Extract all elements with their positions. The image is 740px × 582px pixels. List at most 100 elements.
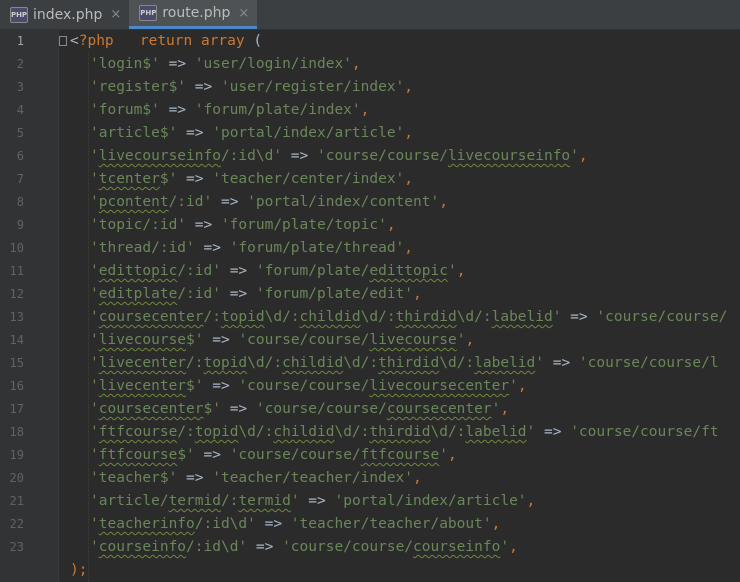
string-token: 'course/course/ft [570,424,719,440]
code-text: 'thread/:id' => 'forum/plate/thread', [90,237,413,260]
operator-token [114,33,140,49]
keyword-token: , [413,470,422,486]
string-token: 'article$' [90,125,178,141]
line-number: 13 [9,310,24,324]
code-text: 'article/termid/:termid' => 'portal/inde… [90,490,535,513]
tab-label: index.php [33,6,103,23]
keyword-token: , [404,240,414,256]
operator-token: => [203,332,239,348]
code-line: 5 'article$' => 'portal/index/article', [0,122,740,145]
line-number: 15 [9,356,24,370]
operator-token: => [544,355,579,371]
line-number: 20 [9,471,24,485]
close-icon[interactable]: × [110,7,121,22]
string-token: \d/: [343,355,379,371]
string-token: 'teacher/teacher/about' [290,516,492,532]
keyword-token: , [578,148,588,164]
string-token: 'forum/plate/edit' [255,286,414,302]
keyword-token: , [404,171,414,187]
string-token: childid [299,309,361,325]
line-number: 16 [9,379,24,393]
operator-token: => [177,125,213,141]
close-icon[interactable]: × [238,6,249,21]
string-token: livecourseinfo [98,148,221,164]
code-text: 'livecourse$' => 'course/course/livecour… [90,329,474,352]
string-token: livecourse [369,332,457,348]
string-token: 'portal/index/article' [212,125,405,141]
string-token: /:id\d' [220,148,283,164]
line-number: 3 [16,80,24,94]
code-line: 18'ftfcourse/:topid\d/:childid\d/:thirdi… [0,421,740,444]
string-token: childid [282,355,344,371]
code-line: 7 'tcenter$' => 'teacher/center/index', [0,168,740,191]
code-text: 'article$' => 'portal/index/article', [90,122,413,145]
string-token: thirdid [369,424,431,440]
string-token: \d/: [360,309,396,325]
string-token: ' [509,378,518,394]
keyword-token: ); [70,562,88,578]
string-token: pcontent [98,194,169,210]
code-text: 'coursecenter/:topid\d/:childid\d/:third… [90,306,727,329]
code-text: 'forum$' => 'forum/plate/index', [90,99,369,122]
line-number: 10 [9,241,24,255]
line-number: 7 [16,172,24,186]
string-token: 'portal/index/content' [247,194,440,210]
string-token: $' [186,332,204,348]
string-token: 'course/course/l [578,355,719,371]
string-token: 'course/course/ [229,447,361,463]
operator-token: < [70,33,79,49]
line-number: 19 [9,448,24,462]
operator-token: => [159,56,195,72]
string-token: ' [90,447,99,463]
code-line: 14'livecourse$' => 'course/course/liveco… [0,329,740,352]
editor-tab-bar: PHP index.php × PHP route.php × [0,0,740,30]
string-token: \d/: [264,309,300,325]
code-line: 22 'teacherinfo/:id\d' => 'teacher/teache… [0,513,740,536]
operator-token: => [220,263,256,279]
string-token: ' [90,263,99,279]
code-line: 10 'thread/:id' => 'forum/plate/thread', [0,237,740,260]
code-line: 3 'register$' => 'user/register/index', [0,76,740,99]
code-text: <?php return array ( [70,30,262,53]
string-token: ' [526,424,536,440]
code-line: 17'coursecenter$' => 'course/course/cour… [0,398,740,421]
string-token: courseinfo [413,539,501,555]
tab-index-php[interactable]: PHP index.php × [0,0,129,29]
string-token: ' [90,148,99,164]
keyword-token: , [386,217,396,233]
code-line: 23'courseinfo/:id\d' => 'course/course/c… [0,536,740,559]
string-token: coursecenter [98,401,204,417]
code-editor[interactable]: 1 <?php return array (2'login$' => 'user/… [0,30,740,582]
code-text: 'teacherinfo/:id\d' => 'teacher/teacher/… [90,513,500,536]
string-token: 'course/course/ [238,332,370,348]
string-token: ' [90,539,99,555]
string-token: 'teacher/center/index' [212,171,405,187]
string-token: 'thread/:id' [90,240,195,256]
code-text: 'register$' => 'user/register/index', [90,76,413,99]
code-text: 'edittopic/:id' => 'forum/plate/edittopi… [90,260,465,283]
keyword-token: , [491,516,501,532]
code-line: 2 'login$' => 'user/login/index', [0,53,740,76]
string-token: 'forum/plate/topic' [220,217,387,233]
string-token: labelid [465,424,527,440]
code-text: 'login$' => 'user/login/index', [90,53,361,76]
string-token: 'user/register/index' [220,79,405,95]
fold-marker-icon[interactable] [59,36,67,46]
operator-token: ( [244,33,263,49]
string-token: 'course/course/ [596,309,728,325]
string-token: 'forum/plate/index' [194,102,361,118]
operator-token: => [159,102,195,118]
string-token: 'forum/plate/thread' [229,240,405,256]
code-line: 20 'teacher$' => 'teacher/teacher/index', [0,467,740,490]
line-number: 14 [9,333,24,347]
string-token: 'forum/plate/ [255,263,370,279]
string-token: livecoursecenter [369,378,510,394]
string-token: ' [90,309,99,325]
operator-token: => [255,516,291,532]
string-token: \d/: [430,424,466,440]
string-token: 'course/course/ [282,539,414,555]
tab-route-php[interactable]: PHP route.php × [129,0,258,29]
string-token: 'topic/:id' [90,217,187,233]
string-token: /:id' [168,194,213,210]
line-number: 8 [16,195,24,209]
